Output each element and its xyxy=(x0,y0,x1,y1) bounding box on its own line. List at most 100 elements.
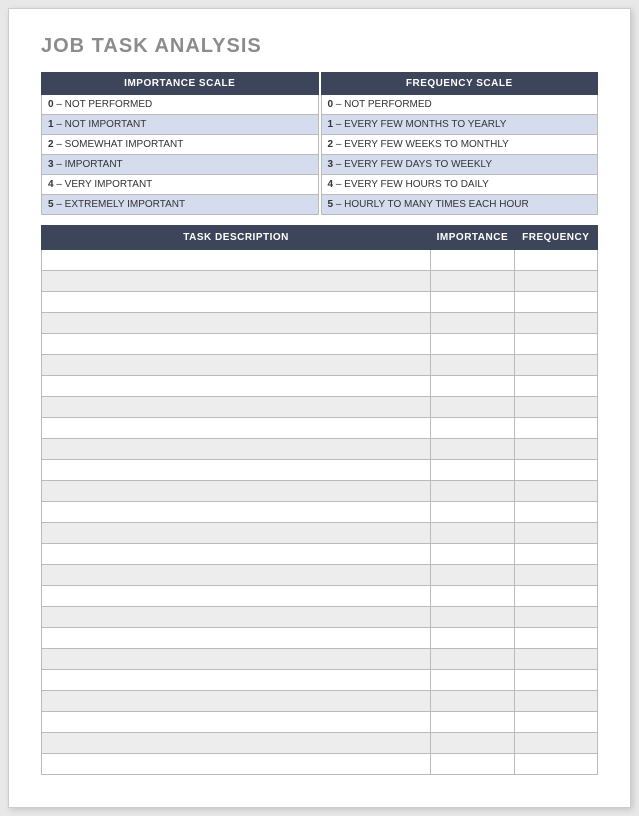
task-header-importance: IMPORTANCE xyxy=(431,226,514,250)
task-row xyxy=(42,334,598,355)
task-row xyxy=(42,565,598,586)
frequency-scale-table: FREQUENCY SCALE 0 – NOT PERFORMED1 – EVE… xyxy=(321,72,599,215)
task-cell-freq[interactable] xyxy=(514,439,597,460)
task-cell-imp[interactable] xyxy=(431,502,514,523)
task-cell-desc[interactable] xyxy=(42,607,431,628)
task-row xyxy=(42,649,598,670)
task-cell-freq[interactable] xyxy=(514,523,597,544)
task-cell-imp[interactable] xyxy=(431,754,514,775)
frequency-scale-cell: 5 – HOURLY TO MANY TIMES EACH HOUR xyxy=(321,195,598,215)
task-cell-freq[interactable] xyxy=(514,649,597,670)
task-cell-freq[interactable] xyxy=(514,292,597,313)
task-cell-imp[interactable] xyxy=(431,418,514,439)
task-cell-imp[interactable] xyxy=(431,565,514,586)
task-row xyxy=(42,481,598,502)
task-cell-desc[interactable] xyxy=(42,712,431,733)
task-cell-imp[interactable] xyxy=(431,292,514,313)
task-cell-freq[interactable] xyxy=(514,397,597,418)
importance-scale-header: IMPORTANCE SCALE xyxy=(42,73,319,95)
task-cell-desc[interactable] xyxy=(42,355,431,376)
task-cell-desc[interactable] xyxy=(42,733,431,754)
task-cell-imp[interactable] xyxy=(431,271,514,292)
task-cell-desc[interactable] xyxy=(42,439,431,460)
task-cell-desc[interactable] xyxy=(42,292,431,313)
task-cell-imp[interactable] xyxy=(431,334,514,355)
task-cell-freq[interactable] xyxy=(514,313,597,334)
task-cell-desc[interactable] xyxy=(42,544,431,565)
task-cell-freq[interactable] xyxy=(514,565,597,586)
scale-label: – NOT IMPORTANT xyxy=(54,119,147,130)
task-cell-desc[interactable] xyxy=(42,334,431,355)
document-page: JOB TASK ANALYSIS IMPORTANCE SCALE 0 – N… xyxy=(8,8,631,808)
frequency-scale-row: 4 – EVERY FEW HOURS TO DAILY xyxy=(321,175,598,195)
frequency-scale-row: 0 – NOT PERFORMED xyxy=(321,95,598,115)
task-cell-desc[interactable] xyxy=(42,376,431,397)
task-cell-desc[interactable] xyxy=(42,502,431,523)
task-cell-desc[interactable] xyxy=(42,628,431,649)
task-cell-desc[interactable] xyxy=(42,691,431,712)
task-cell-imp[interactable] xyxy=(431,586,514,607)
task-row xyxy=(42,607,598,628)
task-cell-imp[interactable] xyxy=(431,712,514,733)
task-cell-imp[interactable] xyxy=(431,544,514,565)
task-cell-desc[interactable] xyxy=(42,754,431,775)
task-cell-freq[interactable] xyxy=(514,607,597,628)
task-cell-freq[interactable] xyxy=(514,250,597,271)
task-cell-desc[interactable] xyxy=(42,670,431,691)
task-cell-imp[interactable] xyxy=(431,628,514,649)
scale-label: – EVERY FEW DAYS TO WEEKLY xyxy=(333,159,492,170)
task-cell-freq[interactable] xyxy=(514,586,597,607)
task-cell-imp[interactable] xyxy=(431,649,514,670)
task-cell-imp[interactable] xyxy=(431,376,514,397)
task-cell-imp[interactable] xyxy=(431,355,514,376)
task-cell-freq[interactable] xyxy=(514,691,597,712)
task-cell-freq[interactable] xyxy=(514,733,597,754)
task-cell-freq[interactable] xyxy=(514,460,597,481)
frequency-scale-cell: 1 – EVERY FEW MONTHS TO YEARLY xyxy=(321,115,598,135)
frequency-scale-cell: 2 – EVERY FEW WEEKS TO MONTHLY xyxy=(321,135,598,155)
task-cell-desc[interactable] xyxy=(42,649,431,670)
task-cell-imp[interactable] xyxy=(431,397,514,418)
task-cell-desc[interactable] xyxy=(42,565,431,586)
task-cell-desc[interactable] xyxy=(42,418,431,439)
importance-scale-row: 4 – VERY IMPORTANT xyxy=(42,175,319,195)
task-cell-freq[interactable] xyxy=(514,712,597,733)
scale-label: – NOT PERFORMED xyxy=(54,99,153,110)
task-cell-desc[interactable] xyxy=(42,460,431,481)
scale-label: – NOT PERFORMED xyxy=(333,99,432,110)
importance-scale-row: 3 – IMPORTANT xyxy=(42,155,319,175)
task-cell-freq[interactable] xyxy=(514,670,597,691)
task-row xyxy=(42,313,598,334)
task-cell-imp[interactable] xyxy=(431,439,514,460)
task-row xyxy=(42,691,598,712)
task-cell-freq[interactable] xyxy=(514,418,597,439)
task-cell-freq[interactable] xyxy=(514,544,597,565)
task-cell-imp[interactable] xyxy=(431,607,514,628)
task-cell-imp[interactable] xyxy=(431,691,514,712)
task-row xyxy=(42,250,598,271)
task-cell-imp[interactable] xyxy=(431,670,514,691)
task-cell-freq[interactable] xyxy=(514,271,597,292)
task-cell-freq[interactable] xyxy=(514,376,597,397)
task-cell-freq[interactable] xyxy=(514,334,597,355)
task-cell-imp[interactable] xyxy=(431,313,514,334)
scale-label: – EVERY FEW MONTHS TO YEARLY xyxy=(333,119,506,130)
task-cell-freq[interactable] xyxy=(514,481,597,502)
task-cell-imp[interactable] xyxy=(431,523,514,544)
task-cell-desc[interactable] xyxy=(42,397,431,418)
task-cell-imp[interactable] xyxy=(431,481,514,502)
task-cell-desc[interactable] xyxy=(42,523,431,544)
task-cell-desc[interactable] xyxy=(42,271,431,292)
task-cell-freq[interactable] xyxy=(514,628,597,649)
task-cell-freq[interactable] xyxy=(514,355,597,376)
task-cell-freq[interactable] xyxy=(514,502,597,523)
task-cell-imp[interactable] xyxy=(431,460,514,481)
task-cell-imp[interactable] xyxy=(431,733,514,754)
task-cell-desc[interactable] xyxy=(42,250,431,271)
importance-scale-cell: 5 – EXTREMELY IMPORTANT xyxy=(42,195,319,215)
task-cell-desc[interactable] xyxy=(42,313,431,334)
task-cell-imp[interactable] xyxy=(431,250,514,271)
task-cell-desc[interactable] xyxy=(42,481,431,502)
task-cell-freq[interactable] xyxy=(514,754,597,775)
task-cell-desc[interactable] xyxy=(42,586,431,607)
